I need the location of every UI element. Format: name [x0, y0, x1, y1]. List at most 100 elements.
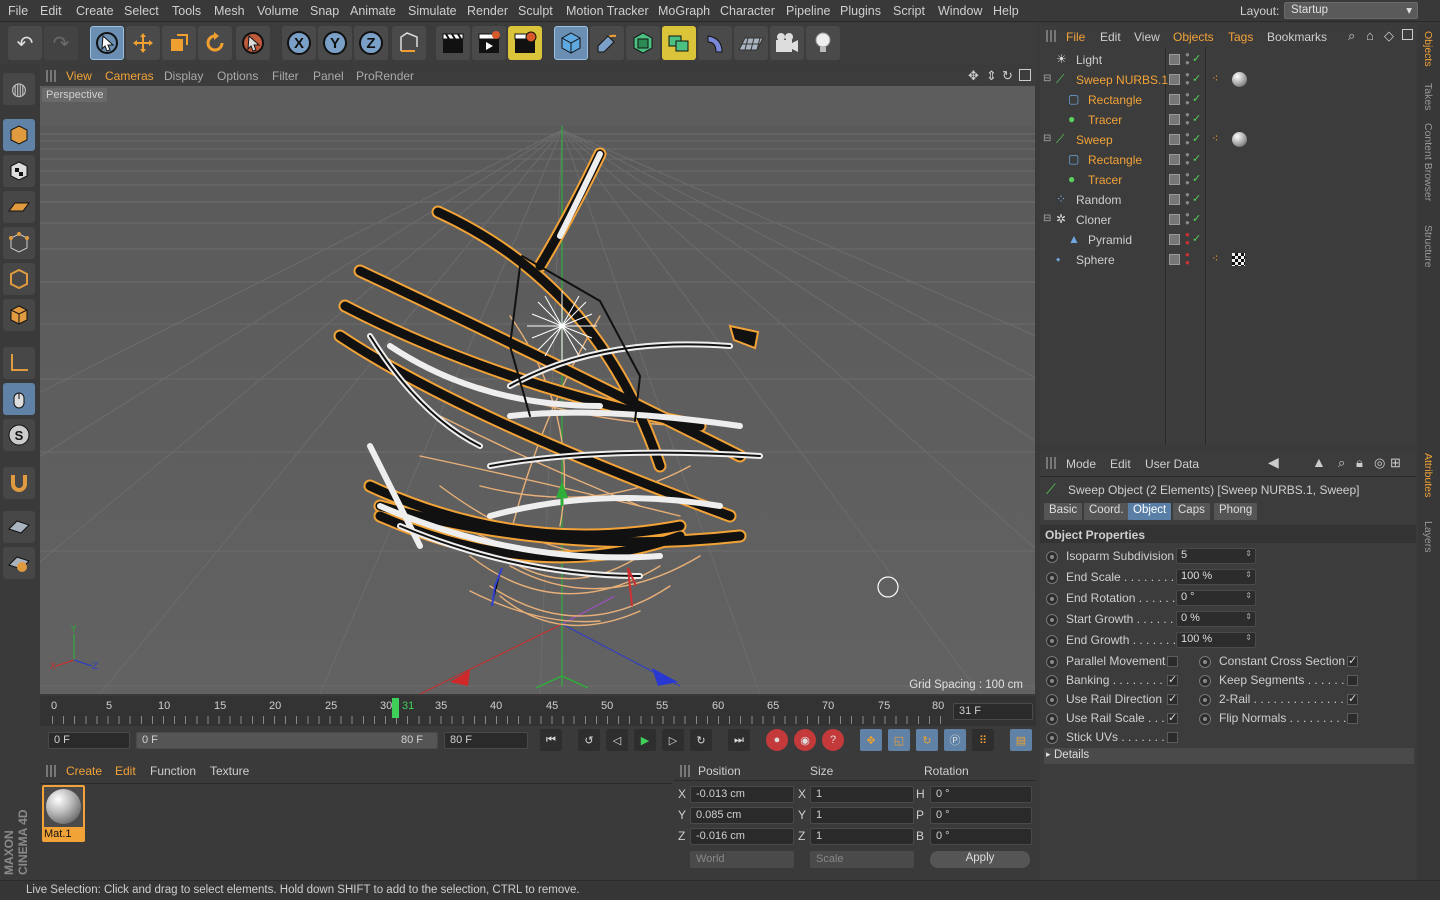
search-icon[interactable]: ⌕ [1338, 455, 1345, 471]
z-axis-button[interactable]: Z [354, 26, 388, 60]
redo-button[interactable]: ↷ [44, 26, 78, 60]
side-tab-objects[interactable]: Objects [1422, 31, 1434, 67]
layer-swatch-icon[interactable] [1169, 174, 1180, 185]
menu-tools[interactable]: Tools [172, 4, 201, 18]
rotation-b-field[interactable]: 0 ° [930, 828, 1032, 845]
stepper-arrows-icon[interactable]: ⇕ [1245, 549, 1252, 558]
back-arrow-icon[interactable]: ◀ [1268, 454, 1279, 471]
start-frame-field[interactable]: 0 F [48, 732, 130, 749]
animate-radio[interactable] [1046, 551, 1058, 563]
property-field[interactable]: 100 % ⇕ [1176, 632, 1256, 648]
play-button[interactable]: ▶ [634, 729, 656, 751]
edges-mode-button[interactable] [3, 263, 35, 295]
object-name[interactable]: Rectangle [1088, 93, 1142, 107]
viewport-maximize-icon[interactable] [1019, 69, 1031, 81]
layer-swatch-icon[interactable] [1169, 74, 1180, 85]
light-button[interactable] [806, 26, 840, 60]
material-menu-function[interactable]: Function [150, 764, 196, 778]
visibility-dots-icon[interactable]: ● ● [1185, 251, 1190, 267]
enabled-check-icon[interactable]: ✓ [1192, 192, 1201, 205]
menu-character[interactable]: Character [720, 4, 775, 18]
visibility-dots-icon[interactable]: ● ● [1185, 51, 1190, 67]
key-rotation-button[interactable]: ↻ [916, 729, 938, 751]
object-menu-edit[interactable]: Edit [1100, 30, 1121, 44]
layer-swatch-icon[interactable] [1169, 94, 1180, 105]
animate-radio[interactable] [1046, 656, 1058, 668]
collapse-toggle-icon[interactable]: ⊟ [1043, 213, 1051, 224]
panel-grip-icon[interactable] [46, 765, 58, 777]
visibility-dots-icon[interactable]: ● ● [1185, 111, 1190, 127]
animate-radio[interactable] [1046, 572, 1058, 584]
object-row[interactable]: ⊟ ⟋ Sweep NURBS.1 ● ● ✓ ⁖ [1040, 70, 1416, 90]
phong-tag-icon[interactable]: ⁖ [1212, 132, 1218, 145]
material-menu-create[interactable]: Create [66, 764, 102, 778]
animate-radio[interactable] [1046, 713, 1058, 725]
tab-caps[interactable]: Caps [1173, 503, 1210, 520]
phong-tag-icon[interactable]: ⁖ [1212, 252, 1218, 265]
timeline-ruler[interactable]: 0 5 10 15 20 25 30 31 35 40 45 50 55 60 … [40, 696, 1036, 726]
menu-snap[interactable]: Snap [310, 4, 339, 18]
key-parameter-button[interactable]: Ⓟ [944, 729, 966, 751]
enabled-check-icon[interactable]: ✓ [1192, 232, 1201, 245]
menu-volume[interactable]: Volume [257, 4, 299, 18]
object-menu-objects[interactable]: Objects [1173, 30, 1214, 44]
menu-simulate[interactable]: Simulate [408, 4, 457, 18]
property-checkbox[interactable]: ✓ [1167, 713, 1178, 724]
property-checkbox[interactable] [1167, 732, 1178, 743]
object-menu-file[interactable]: File [1066, 30, 1085, 44]
animate-radio[interactable] [1046, 732, 1058, 744]
camera-label[interactable]: Perspective [42, 88, 108, 102]
key-pla-button[interactable]: ⠿ [972, 729, 994, 751]
property-checkbox[interactable]: ✓ [1347, 656, 1358, 667]
array-button[interactable] [662, 26, 696, 60]
rotation-p-field[interactable]: 0 ° [930, 807, 1032, 824]
material-tag-icon[interactable] [1232, 72, 1247, 87]
apply-button[interactable]: Apply [930, 851, 1030, 868]
animate-radio[interactable] [1199, 694, 1211, 706]
object-row[interactable]: ▢ Rectangle ● ● ✓ [1040, 90, 1416, 110]
property-field[interactable]: 0 % ⇕ [1176, 611, 1256, 627]
material-menu-texture[interactable]: Texture [210, 764, 249, 778]
animate-radio[interactable] [1046, 675, 1058, 687]
layer-swatch-icon[interactable] [1169, 214, 1180, 225]
pen-spline-button[interactable] [590, 26, 624, 60]
position-y-field[interactable]: 0.085 cm [690, 807, 794, 824]
tweak-mode-button[interactable] [3, 383, 35, 415]
make-editable-button[interactable]: ◍ [3, 73, 35, 105]
object-menu-view[interactable]: View [1134, 30, 1160, 44]
property-checkbox[interactable] [1167, 656, 1178, 667]
live-selection-button[interactable] [90, 26, 124, 60]
locked-workplane-button[interactable] [3, 547, 35, 579]
animate-radio[interactable] [1199, 656, 1211, 668]
object-row[interactable]: ⊟ ⟋ Sweep ● ● ✓ ⁖ [1040, 130, 1416, 150]
material-tag-icon[interactable] [1232, 132, 1247, 147]
enabled-check-icon[interactable]: ✓ [1192, 92, 1201, 105]
x-axis-button[interactable]: X [282, 26, 316, 60]
viewport-rotate-icon[interactable]: ↻ [1002, 68, 1013, 84]
keyframe-selection-button[interactable]: ? [822, 729, 844, 751]
animate-radio[interactable] [1046, 694, 1058, 706]
visibility-dots-icon[interactable]: ● ● [1185, 91, 1190, 107]
layer-swatch-icon[interactable] [1169, 134, 1180, 145]
object-name[interactable]: Sweep [1076, 133, 1113, 147]
workplane-snap-button[interactable] [3, 511, 35, 543]
3d-viewport[interactable]: Y X Z Perspective Grid Spacing : 100 cm [40, 86, 1035, 694]
object-name[interactable]: Sphere [1076, 253, 1115, 267]
viewport-dolly-icon[interactable]: ⇕ [986, 68, 997, 84]
object-row[interactable]: ● Tracer ● ● ✓ [1040, 110, 1416, 130]
property-checkbox[interactable] [1347, 713, 1358, 724]
visibility-dots-icon[interactable]: ● ● [1185, 231, 1190, 247]
viewport-menu-view[interactable]: View [66, 69, 92, 83]
object-row[interactable]: ⁘ Random ● ● ✓ [1040, 190, 1416, 210]
property-field[interactable]: 0 ° ⇕ [1176, 590, 1256, 606]
menu-mograph[interactable]: MoGraph [658, 4, 710, 18]
position-x-field[interactable]: -0.013 cm [690, 786, 794, 803]
rotate-tool-button[interactable] [198, 26, 232, 60]
subdivision-surface-button[interactable] [626, 26, 660, 60]
tab-phong[interactable]: Phong [1214, 503, 1258, 520]
stepper-arrows-icon[interactable]: ⇕ [1245, 612, 1252, 621]
visibility-dots-icon[interactable]: ● ● [1185, 71, 1190, 87]
layer-swatch-icon[interactable] [1169, 254, 1180, 265]
object-row[interactable]: ▢ Rectangle ● ● ✓ [1040, 150, 1416, 170]
menu-render[interactable]: Render [467, 4, 508, 18]
